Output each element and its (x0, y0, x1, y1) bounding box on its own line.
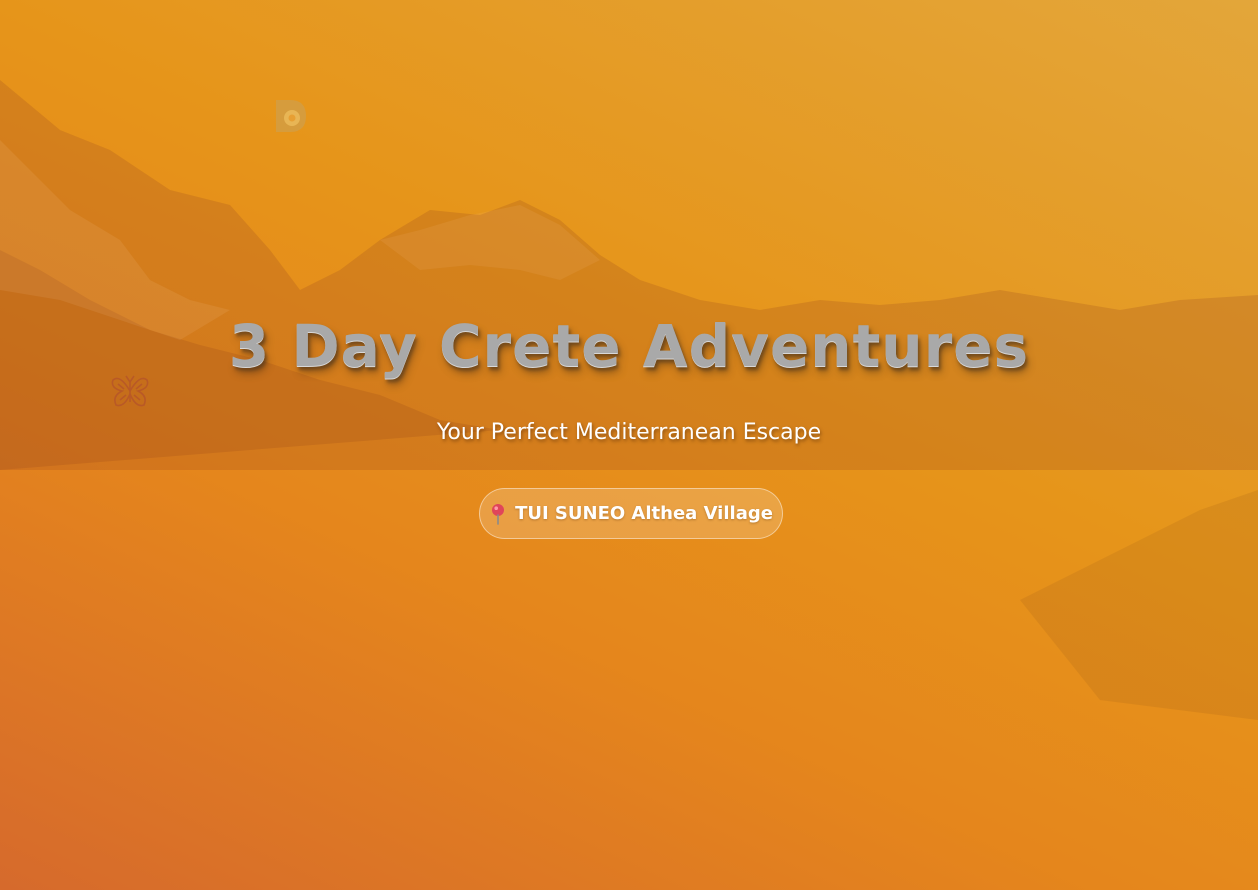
hero-section: 3 Day Crete Adventures Your Perfect Medi… (0, 0, 1258, 890)
page-title: 3 Day Crete Adventures (228, 312, 1030, 380)
location-label: TUI SUNEO Althea Village (515, 503, 773, 524)
hero-content: 3 Day Crete Adventures Your Perfect Medi… (0, 0, 1258, 890)
location-badge[interactable]: TUI SUNEO Althea Village (479, 488, 783, 539)
map-pin-icon (492, 503, 505, 525)
page-subtitle: Your Perfect Mediterranean Escape (436, 420, 822, 445)
